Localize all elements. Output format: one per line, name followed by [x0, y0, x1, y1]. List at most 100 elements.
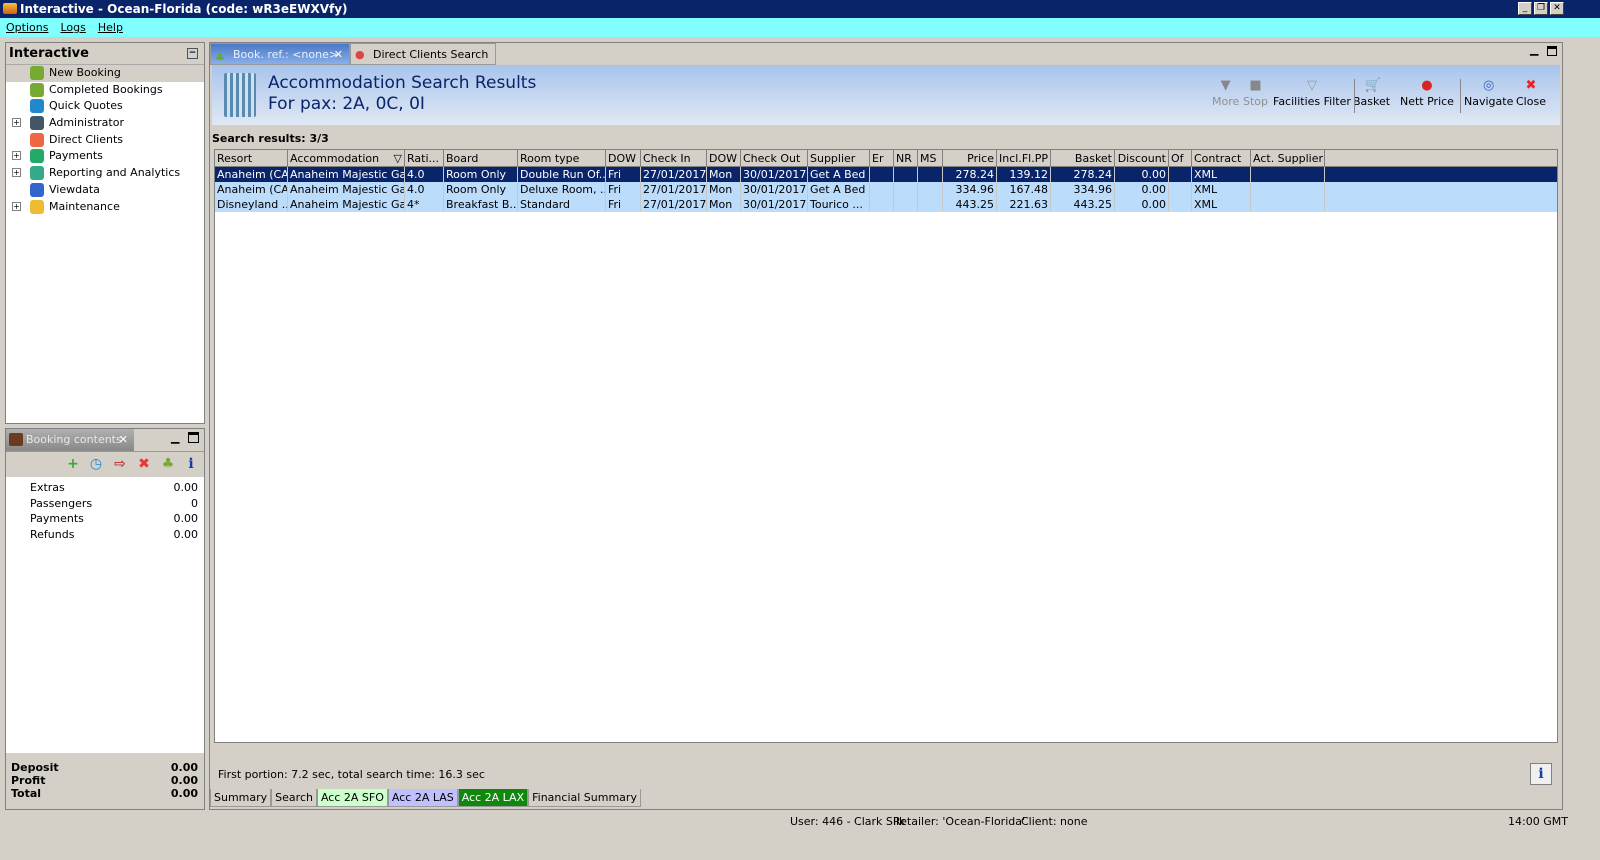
menu-help[interactable]: Help [98, 21, 123, 34]
column-header-ms[interactable]: MS [918, 150, 943, 166]
column-header-room-type[interactable]: Room type [518, 150, 606, 166]
row-value: 0.00 [173, 481, 199, 494]
cell-room-type: Deluxe Room, ... [520, 182, 606, 197]
sidebar-item-maintenance[interactable]: + Maintenance [6, 199, 204, 216]
column-header-er[interactable]: Er [870, 150, 894, 166]
row-value: 0.00 [173, 512, 199, 526]
bottom-tab-acc-2a-las[interactable]: Acc 2A LAS [387, 789, 458, 807]
suitcase-icon [9, 433, 23, 446]
table-row[interactable]: Anaheim (CA) Anaheim Majestic Ga... 4.0 Roo… [215, 182, 1557, 197]
column-header-contract[interactable]: Contract [1192, 150, 1251, 166]
sidebar-item-completed-bookings[interactable]: Completed Bookings [6, 82, 204, 99]
cell-rati: 4* [405, 197, 444, 212]
close-icon: ✖ [1525, 78, 1537, 93]
booking-contents-tab[interactable]: Booking contents ✕ [6, 429, 134, 451]
total-row: Total 0.00 [11, 787, 198, 800]
tab-direct-clients-search[interactable]: ● Direct Clients Search [350, 43, 496, 65]
bottom-tab-financial-summary[interactable]: Financial Summary [528, 789, 641, 807]
funnel-icon: ▽ [1306, 78, 1317, 93]
sidebar-item-administrator[interactable]: + Administrator [6, 115, 204, 132]
menu-logs[interactable]: Logs [60, 21, 85, 34]
sidebar-item-viewdata[interactable]: Viewdata [6, 182, 204, 199]
column-header-act-supplier[interactable]: Act. Supplier [1251, 150, 1325, 166]
expand-icon[interactable]: + [12, 201, 21, 211]
toolbar-label: Facilities Filter [1273, 95, 1351, 108]
close-tab-icon[interactable]: ✕ [119, 429, 128, 451]
column-header-nr[interactable]: NR [894, 150, 918, 166]
toolbar-more-button: ▼ More [1212, 79, 1239, 109]
sidebar-item-new-booking[interactable]: New Booking [6, 65, 204, 82]
expand-icon[interactable]: + [12, 118, 21, 128]
bottom-tab-search[interactable]: Search [271, 789, 317, 807]
bottom-tab-acc-2a-sfo[interactable]: Acc 2A SFO [316, 789, 388, 807]
expand-icon[interactable]: + [12, 151, 21, 161]
booking-summary-row: Payments 0.00 [6, 511, 204, 527]
column-header-basket[interactable]: Basket [1051, 150, 1115, 166]
maximize-view-icon[interactable] [1547, 46, 1557, 56]
sidebar-item-direct-clients[interactable]: Direct Clients [6, 132, 204, 149]
cell-act-supplier [1251, 167, 1325, 182]
sidebar-item-label: Administrator [49, 116, 124, 130]
total-row: Profit 0.00 [11, 774, 198, 787]
close-tab-icon[interactable]: ✕ [334, 44, 343, 66]
toolbar-close-button[interactable]: ✖ Close [1516, 79, 1546, 109]
column-header-of[interactable]: Of [1169, 150, 1192, 166]
main-area: ♣ Book. ref.: <none> ✕ ● Direct Clients Sea… [209, 42, 1563, 810]
toolbar-facilities-filter-button[interactable]: ▽ Facilities Filter [1273, 79, 1351, 109]
cell-board: Breakfast B... [446, 197, 518, 212]
info-icon[interactable]: i [184, 457, 198, 471]
cell-room-type: Double Run Of... [520, 167, 606, 182]
toolbar-stop-button: ■ Stop [1243, 79, 1268, 109]
column-header-dow[interactable]: DOW [606, 150, 641, 166]
column-header-check-out[interactable]: Check Out [741, 150, 808, 166]
title-bar: Interactive - Ocean-Florida (code: wR3eE… [0, 0, 1600, 18]
booking-toolbar: + ◷ ⇨ ✖ ♣ i [6, 451, 204, 477]
client-icon [30, 132, 44, 147]
minimize-button[interactable]: _ [1518, 2, 1532, 15]
cart-arrow-icon[interactable]: ⇨ [113, 457, 127, 471]
restore-button[interactable]: ❐ [1534, 2, 1548, 15]
column-header-accommodation[interactable]: Accommodation ▽ [288, 150, 405, 166]
column-header-resort[interactable]: Resort [215, 150, 288, 166]
column-header-incl-fl-pp[interactable]: Incl.Fl.PP [997, 150, 1051, 166]
info-button[interactable]: i [1530, 763, 1552, 785]
delete-icon[interactable]: ✖ [137, 457, 151, 471]
berries-icon: ● [1421, 78, 1433, 93]
table-row[interactable]: Disneyland ... Anaheim Majestic Ga... 4* Br… [215, 197, 1557, 212]
column-header-rati[interactable]: Rati... [405, 150, 444, 166]
sidebar-item-quick-quotes[interactable]: Quick Quotes [6, 98, 204, 115]
column-header-check-in[interactable]: Check In [641, 150, 707, 166]
table-row[interactable]: Anaheim (CA) Anaheim Majestic Ga... 4.0 Roo… [215, 167, 1557, 182]
bottom-tab-acc-2a-lax[interactable]: Acc 2A LAX [457, 789, 529, 807]
collapse-icon[interactable]: − [187, 48, 198, 59]
menu-options[interactable]: Options [6, 21, 48, 34]
add-icon[interactable]: + [66, 457, 80, 471]
bottom-tab-summary[interactable]: Summary [210, 789, 272, 807]
clock-icon[interactable]: ◷ [89, 457, 103, 471]
minimize-panel-icon[interactable]: ▁ [171, 431, 179, 444]
palm-island-icon[interactable]: ♣ [161, 457, 175, 471]
total-value: 0.00 [170, 787, 198, 800]
column-header-discount[interactable]: Discount [1115, 150, 1169, 166]
filter-icon[interactable]: ▽ [394, 150, 402, 166]
column-header-board[interactable]: Board [444, 150, 518, 166]
sidebar-item-payments[interactable]: + Payments [6, 148, 204, 165]
toolbar-nett-price-button[interactable]: ● Nett Price [1400, 79, 1454, 109]
status-bar: User: 446 - Clark Silk Retailer: 'Ocean-… [0, 813, 1600, 831]
cell-supplier: Get A Bed [808, 182, 870, 197]
cell-basket: 278.24 [1051, 167, 1115, 182]
window-close-button[interactable]: ✕ [1550, 2, 1564, 15]
column-header-dow[interactable]: DOW [707, 150, 741, 166]
cell-price: 278.24 [943, 167, 997, 182]
toolbar-navigate-button[interactable]: ◎ Navigate [1464, 79, 1513, 109]
cell-of [1169, 167, 1192, 182]
sidebar-item-reporting-and-analytics[interactable]: + Reporting and Analytics [6, 165, 204, 182]
column-header-supplier[interactable]: Supplier [808, 150, 870, 166]
page-title: Accommodation Search Results [268, 73, 537, 93]
toolbar-basket-button[interactable]: 🛒 Basket [1353, 79, 1390, 109]
maximize-panel-icon[interactable] [188, 432, 199, 443]
tab-booking[interactable]: ♣ Book. ref.: <none> ✕ [210, 43, 350, 65]
column-header-price[interactable]: Price [943, 150, 997, 166]
expand-icon[interactable]: + [12, 168, 21, 178]
minimize-view-icon[interactable]: ▁ [1530, 43, 1538, 56]
